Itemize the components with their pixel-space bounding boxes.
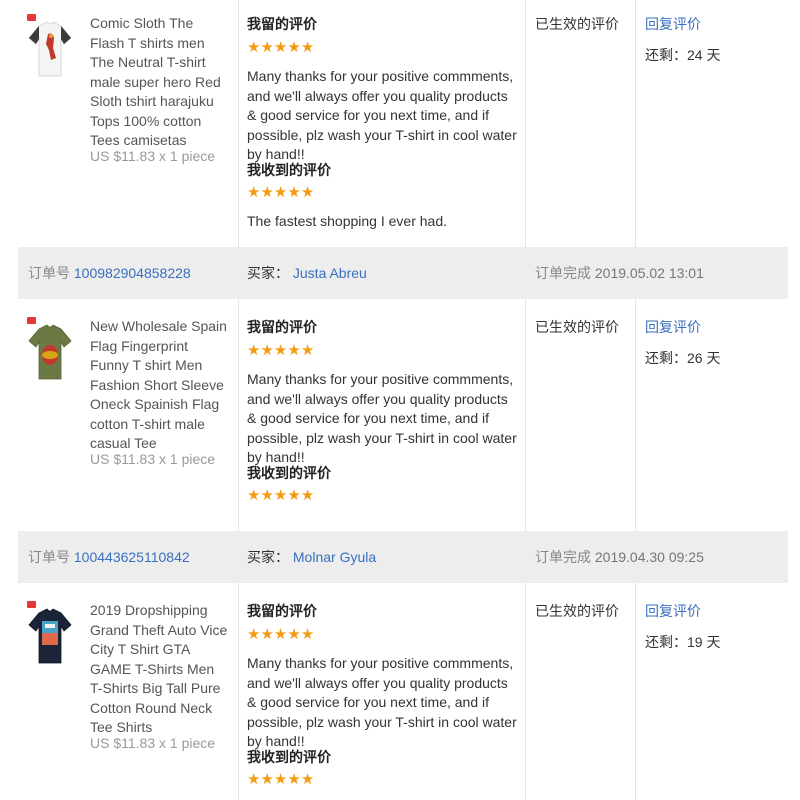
reply-review-link[interactable]: 回复评价 (645, 14, 701, 34)
star-icon: ★ (260, 626, 274, 643)
order-number-link[interactable]: 100443625110842 (74, 549, 190, 565)
star-icon: ★ (300, 184, 315, 201)
star-icon: ★ (247, 39, 261, 56)
buyer-name-link[interactable]: Justa Abreu (293, 265, 367, 281)
star-icon: ★ (273, 487, 288, 504)
order-number-label: 订单号 (28, 549, 70, 565)
my-review-stars: ★ ★ ★ ★ ★ (247, 39, 315, 56)
received-review-label: 我收到的评价 (247, 162, 331, 178)
review-status: 已生效的评价 (535, 16, 619, 32)
star-icon: ★ (260, 487, 274, 504)
star-icon: ★ (287, 342, 301, 359)
received-review-label: 我收到的评价 (247, 465, 331, 481)
column-divider (635, 0, 636, 800)
column-divider (525, 0, 526, 800)
star-icon: ★ (300, 626, 315, 643)
order-completed: 订单完成 2019.04.30 09:25 (535, 531, 704, 583)
my-review-stars: ★ ★ ★ ★ ★ (247, 342, 315, 359)
order-completed-label: 订单完成 (535, 265, 591, 281)
days-remaining: 还剩：26 天 (645, 350, 721, 366)
star-icon: ★ (300, 771, 315, 788)
star-icon: ★ (273, 626, 288, 643)
product-title[interactable]: Comic Sloth The Flash T shirts men The N… (90, 14, 230, 151)
product-price: US $11.83 x 1 piece (90, 451, 216, 467)
product-thumbnail[interactable] (27, 601, 73, 667)
buyer: 买家： Justa Abreu (247, 247, 367, 299)
buyer-label: 买家： (247, 265, 289, 281)
star-icon: ★ (300, 39, 315, 56)
star-icon: ★ (300, 487, 315, 504)
product-thumbnail[interactable] (27, 317, 73, 383)
star-icon: ★ (287, 487, 301, 504)
star-icon: ★ (260, 342, 274, 359)
star-icon: ★ (273, 39, 288, 56)
order-completed: 订单完成 2019.05.02 13:01 (535, 247, 704, 299)
order-header: 订单号 100982904858228 买家： Justa Abreu 订单完成… (18, 247, 788, 299)
product-price: US $11.83 x 1 piece (90, 148, 216, 164)
star-icon: ★ (287, 626, 301, 643)
product-title[interactable]: 2019 Dropshipping Grand Theft Auto Vice … (90, 601, 230, 738)
product-title[interactable]: New Wholesale Spain Flag Fingerprint Fun… (90, 317, 230, 454)
received-review-stars: ★ ★ ★ ★ ★ (247, 184, 315, 201)
order-number: 订单号 100443625110842 (28, 531, 190, 583)
reply-review-link[interactable]: 回复评价 (645, 317, 701, 337)
my-review-text: Many thanks for your positive commments,… (247, 655, 517, 749)
star-icon: ★ (260, 771, 274, 788)
star-icon: ★ (247, 626, 261, 643)
received-review-text: The fastest shopping I ever had. (247, 213, 448, 229)
my-review-stars: ★ ★ ★ ★ ★ (247, 626, 315, 643)
buyer: 买家： Molnar Gyula (247, 531, 376, 583)
order-completed-time: 2019.05.02 13:01 (594, 265, 704, 281)
brand-badge-icon (27, 601, 36, 608)
review-status: 已生效的评价 (535, 603, 619, 619)
star-icon: ★ (260, 184, 274, 201)
order-header: 订单号 100443625110842 买家： Molnar Gyula 订单完… (18, 531, 788, 583)
days-remaining: 还剩：19 天 (645, 634, 721, 650)
star-icon: ★ (287, 184, 301, 201)
received-review-stars: ★ ★ ★ ★ ★ (247, 771, 315, 788)
star-icon: ★ (300, 342, 315, 359)
order-number-link[interactable]: 100982904858228 (74, 265, 191, 281)
my-review-label: 我留的评价 (247, 319, 317, 335)
star-icon: ★ (273, 342, 288, 359)
star-icon: ★ (287, 39, 301, 56)
order-number-label: 订单号 (28, 265, 70, 281)
review-status: 已生效的评价 (535, 319, 619, 335)
my-review-label: 我留的评价 (247, 603, 317, 619)
product-price: US $11.83 x 1 piece (90, 735, 216, 751)
brand-badge-icon (27, 317, 36, 324)
brand-badge-icon (27, 14, 36, 21)
order-completed-time: 2019.04.30 09:25 (594, 549, 704, 565)
star-icon: ★ (273, 771, 288, 788)
star-icon: ★ (247, 771, 261, 788)
my-review-text: Many thanks for your positive commments,… (247, 68, 517, 162)
order-completed-label: 订单完成 (535, 549, 591, 565)
buyer-label: 买家： (247, 549, 289, 565)
column-divider (238, 0, 239, 800)
star-icon: ★ (260, 39, 274, 56)
reply-review-link[interactable]: 回复评价 (645, 601, 701, 621)
star-icon: ★ (247, 487, 261, 504)
my-review-text: Many thanks for your positive commments,… (247, 371, 517, 465)
star-icon: ★ (247, 184, 261, 201)
my-review-label: 我留的评价 (247, 16, 317, 32)
star-icon: ★ (247, 342, 261, 359)
buyer-name-link[interactable]: Molnar Gyula (293, 549, 376, 565)
star-icon: ★ (273, 184, 288, 201)
order-number: 订单号 100982904858228 (28, 247, 191, 299)
received-review-label: 我收到的评价 (247, 749, 331, 765)
product-thumbnail[interactable] (27, 14, 73, 80)
star-icon: ★ (287, 771, 301, 788)
received-review-stars: ★ ★ ★ ★ ★ (247, 487, 315, 504)
days-remaining: 还剩：24 天 (645, 47, 721, 63)
